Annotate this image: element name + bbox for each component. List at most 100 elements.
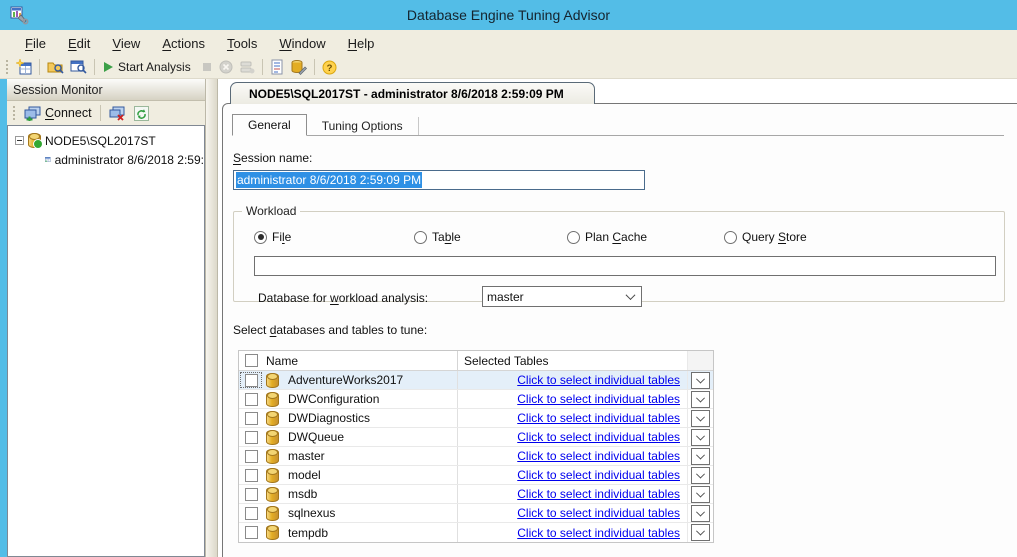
radio-file[interactable]: File [254,230,291,244]
tables-dropdown-button[interactable] [691,410,710,427]
radio-query-store[interactable]: Query Store [724,230,807,244]
menu-help[interactable]: Help [337,32,386,55]
title-bar: Database Engine Tuning Advisor [0,0,1017,30]
tree-node-session[interactable]: administrator 8/6/2018 2:59: [8,150,204,169]
table-row[interactable]: DWDiagnostics Click to select individual… [239,409,713,428]
radio-table-circle[interactable] [414,231,427,244]
main-toolbar: Start Analysis [0,56,1017,79]
tables-dropdown-button[interactable] [691,505,710,522]
help-icon: ? [322,60,337,75]
table-row[interactable]: msdb Click to select individual tables [239,485,713,504]
connect-button[interactable]: Connect [20,104,96,123]
row-checkbox[interactable] [245,374,258,387]
radio-plan-cache[interactable]: Plan Cache [567,230,647,244]
column-header-selected-tables: Selected Tables [457,351,687,370]
chevron-down-icon [696,374,705,383]
server-database-icon [28,133,41,148]
database-icon [266,487,279,502]
table-row[interactable]: tempdb Click to select individual tables [239,523,713,542]
workload-group-label: Workload [242,204,300,218]
tables-dropdown-button[interactable] [691,372,710,389]
table-row[interactable]: AdventureWorks2017 Click to select indiv… [239,371,713,390]
database-icon [266,449,279,464]
menu-tools[interactable]: Tools [216,32,268,55]
toolbar-separator [262,59,263,75]
tables-dropdown-button[interactable] [691,391,710,408]
start-analysis-label: Start Analysis [118,60,195,74]
select-tables-link[interactable]: Click to select individual tables [517,430,680,444]
reports-button[interactable] [267,57,287,77]
toolbar-grip[interactable] [12,105,17,121]
select-tables-link[interactable]: Click to select individual tables [517,487,680,501]
table-row[interactable]: master Click to select individual tables [239,447,713,466]
select-tables-link[interactable]: Click to select individual tables [517,506,680,520]
menu-view[interactable]: View [101,32,151,55]
stop-analysis-button[interactable] [198,59,216,75]
help-button[interactable]: ? [319,58,340,77]
select-tables-link[interactable]: Click to select individual tables [517,411,680,425]
cancel-icon [219,60,233,74]
row-checkbox[interactable] [245,488,258,501]
workload-file-input[interactable] [254,256,996,276]
disconnect-button[interactable] [105,104,130,123]
session-tree: NODE5\SQL2017ST administrator 8/6/2018 2… [7,125,205,557]
table-row[interactable]: model Click to select individual tables [239,466,713,485]
cancel-button[interactable] [216,58,236,76]
session-grid-icon [45,153,51,166]
tree-session-label: administrator 8/6/2018 2:59: [55,153,204,167]
table-row[interactable]: DWQueue Click to select individual table… [239,428,713,447]
chevron-down-icon [696,412,705,421]
table-row[interactable]: sqlnexus Click to select individual tabl… [239,504,713,523]
apply-recommendations-button[interactable] [236,58,258,77]
row-checkbox[interactable] [245,393,258,406]
tables-dropdown-button[interactable] [691,486,710,503]
menu-file[interactable]: File [14,32,57,55]
radio-plan-cache-circle[interactable] [567,231,580,244]
tab-tuning-options[interactable]: Tuning Options [307,117,419,135]
menu-window[interactable]: Window [268,32,336,55]
row-checkbox[interactable] [245,507,258,520]
open-workload-file-button[interactable] [44,57,67,77]
radio-file-circle[interactable] [254,231,267,244]
tables-dropdown-button[interactable] [691,467,710,484]
radio-table[interactable]: Table [414,230,461,244]
select-all-checkbox[interactable] [245,354,258,367]
tab-general[interactable]: General [232,114,307,136]
start-analysis-button[interactable]: Start Analysis [99,58,198,76]
tables-dropdown-button[interactable] [691,524,710,541]
menu-edit[interactable]: Edit [57,32,101,55]
select-tables-link[interactable]: Click to select individual tables [517,526,680,540]
row-checkbox[interactable] [245,412,258,425]
tuning-options-button[interactable] [287,57,310,77]
session-name-input[interactable]: administrator 8/6/2018 2:59:09 PM [233,170,645,190]
session-document-tab[interactable]: NODE5\SQL2017ST - administrator 8/6/2018… [230,82,595,104]
database-icon [266,373,279,388]
new-session-icon [16,59,32,75]
tables-dropdown-button[interactable] [691,448,710,465]
row-checkbox[interactable] [245,450,258,463]
row-checkbox[interactable] [245,526,258,539]
select-tables-link[interactable]: Click to select individual tables [517,373,680,387]
select-tables-link[interactable]: Click to select individual tables [517,468,680,482]
new-session-button[interactable] [13,57,35,77]
toolbar-separator [100,105,101,121]
row-checkbox[interactable] [245,431,258,444]
menu-actions[interactable]: Actions [151,32,216,55]
database-for-analysis-combobox[interactable]: master [482,286,642,307]
open-workload-table-button[interactable] [67,57,90,77]
tree-server-label: NODE5\SQL2017ST [45,134,156,148]
tables-dropdown-button[interactable] [691,429,710,446]
select-tables-link[interactable]: Click to select individual tables [517,392,680,406]
select-tables-link[interactable]: Click to select individual tables [517,449,680,463]
table-row[interactable]: DWConfiguration Click to select individu… [239,390,713,409]
toolbar-separator [94,59,95,75]
row-checkbox[interactable] [245,469,258,482]
collapse-icon[interactable] [15,136,24,145]
refresh-button[interactable] [130,104,153,123]
toolbar-grip[interactable] [5,59,10,75]
radio-query-store-circle[interactable] [724,231,737,244]
tree-node-server[interactable]: NODE5\SQL2017ST [8,131,204,150]
toolbar-separator [314,59,315,75]
chevron-down-icon [696,450,705,459]
panel-splitter[interactable] [205,79,218,557]
